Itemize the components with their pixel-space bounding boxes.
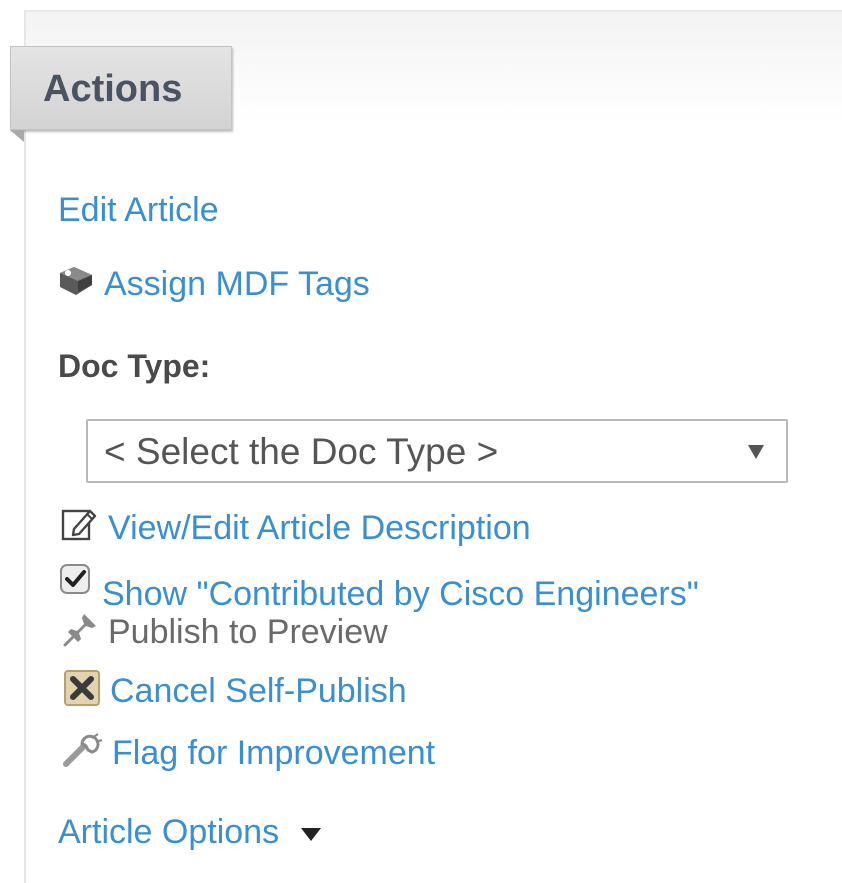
publish-to-preview-label[interactable]: Publish to Preview <box>108 612 388 652</box>
view-edit-description-row: View/Edit Article Description <box>60 505 531 550</box>
tag-icon <box>56 265 98 304</box>
edit-icon <box>60 505 100 550</box>
article-options-link[interactable]: Article Options <box>58 812 279 852</box>
show-contributed-row: Show "Contributed by Cisco Engineers" <box>58 560 699 614</box>
doc-type-select[interactable]: < Select the Doc Type > <box>86 419 788 483</box>
article-options-row[interactable]: Article Options <box>58 812 322 852</box>
edit-article-link[interactable]: Edit Article <box>58 190 219 230</box>
cancel-self-publish-row: Cancel Self-Publish <box>62 668 407 713</box>
cancel-x-icon <box>62 668 102 713</box>
checkbox-checked-icon[interactable] <box>58 562 94 603</box>
actions-tab: Actions <box>10 46 232 130</box>
flag-for-improvement-link[interactable]: Flag for Improvement <box>112 733 435 773</box>
caret-down-icon[interactable] <box>301 827 322 841</box>
wrench-icon <box>62 730 104 775</box>
show-contributed-link[interactable]: Show "Contributed by Cisco Engineers" <box>102 574 699 614</box>
flag-for-improvement-row: Flag for Improvement <box>62 730 435 775</box>
assign-mdf-tags-row: Assign MDF Tags <box>56 264 370 304</box>
doc-type-select-value: < Select the Doc Type > <box>104 431 499 472</box>
assign-mdf-tags-link[interactable]: Assign MDF Tags <box>104 264 370 304</box>
cancel-self-publish-link[interactable]: Cancel Self-Publish <box>110 671 407 711</box>
view-edit-description-link[interactable]: View/Edit Article Description <box>108 508 531 548</box>
pin-icon <box>62 610 100 653</box>
edit-article-row: Edit Article <box>58 190 219 230</box>
doc-type-label: Doc Type: <box>58 348 211 384</box>
tab-fold-decoration <box>10 130 24 142</box>
actions-tab-label: Actions <box>43 68 183 110</box>
chevron-down-icon <box>748 445 764 459</box>
publish-to-preview-row: Publish to Preview <box>62 610 388 653</box>
